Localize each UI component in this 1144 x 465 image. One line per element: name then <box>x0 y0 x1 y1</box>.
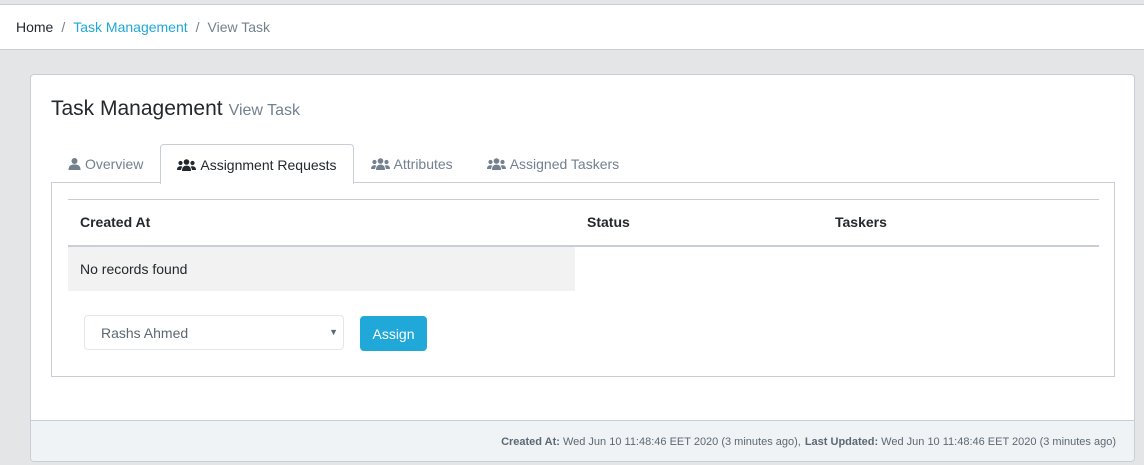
breadcrumb-view-task: View Task <box>207 19 271 35</box>
empty-message: No records found <box>68 245 575 291</box>
tasker-select-value: Rashs Ahmed <box>101 324 189 341</box>
tab-assigned-taskers-label: Assigned Taskers <box>509 156 620 172</box>
breadcrumb-separator: / <box>61 19 66 35</box>
last-updated-value: Wed Jun 10 11:48:46 EET 2020 (3 minutes … <box>881 436 1116 448</box>
column-header-taskers[interactable]: Taskers <box>823 199 1099 247</box>
users-icon <box>370 158 390 170</box>
created-at-label: Created At: <box>501 436 560 448</box>
table-cell <box>575 246 823 291</box>
table-cell <box>823 246 1099 291</box>
tab-attributes[interactable]: Attributes <box>354 144 470 183</box>
page-title: Task Management <box>51 97 223 120</box>
assignment-requests-table: Created At Status Taskers No records fou… <box>68 199 1099 291</box>
tab-overview[interactable]: Overview <box>51 144 160 183</box>
card-footer: Created At: Wed Jun 10 11:48:46 EET 2020… <box>31 420 1134 461</box>
user-icon <box>68 158 81 170</box>
tab-attributes-label: Attributes <box>393 156 453 172</box>
created-at-value: Wed Jun 10 11:48:46 EET 2020 (3 minutes … <box>562 436 801 448</box>
tasker-select[interactable]: Rashs Ahmed ▼ <box>84 315 344 350</box>
tab-assigned-taskers[interactable]: Assigned Taskers <box>470 144 636 183</box>
card-title: Task Management View Task <box>51 97 300 121</box>
breadcrumb-separator: / <box>195 19 200 35</box>
table-header-row: Created At Status Taskers <box>68 199 1099 247</box>
breadcrumb-task-management[interactable]: Task Management <box>73 19 187 35</box>
table-row: No records found <box>68 245 1099 291</box>
column-header-status[interactable]: Status <box>575 199 823 247</box>
caret-down-icon: ▼ <box>329 327 338 337</box>
page-subtitle: View Task <box>228 102 301 119</box>
breadcrumb-home[interactable]: Home <box>16 19 53 35</box>
tab-panel-assignment-requests: Created At Status Taskers No records fou… <box>51 182 1115 377</box>
last-updated-label: Last Updated: <box>804 436 879 448</box>
breadcrumb: Home / Task Management / View Task <box>0 4 1144 50</box>
column-header-created-at[interactable]: Created At <box>68 199 575 247</box>
task-card: Task Management View Task Overview Assig… <box>30 74 1135 462</box>
tab-assignment-requests-label: Assignment Requests <box>200 156 337 173</box>
tab-assignment-requests[interactable]: Assignment Requests <box>160 144 354 184</box>
assign-button[interactable]: Assign <box>360 316 427 351</box>
tab-bar: Overview Assignment Requests Attributes … <box>51 144 636 184</box>
tab-overview-label: Overview <box>85 156 144 172</box>
users-icon <box>177 158 197 171</box>
users-icon <box>486 158 506 170</box>
